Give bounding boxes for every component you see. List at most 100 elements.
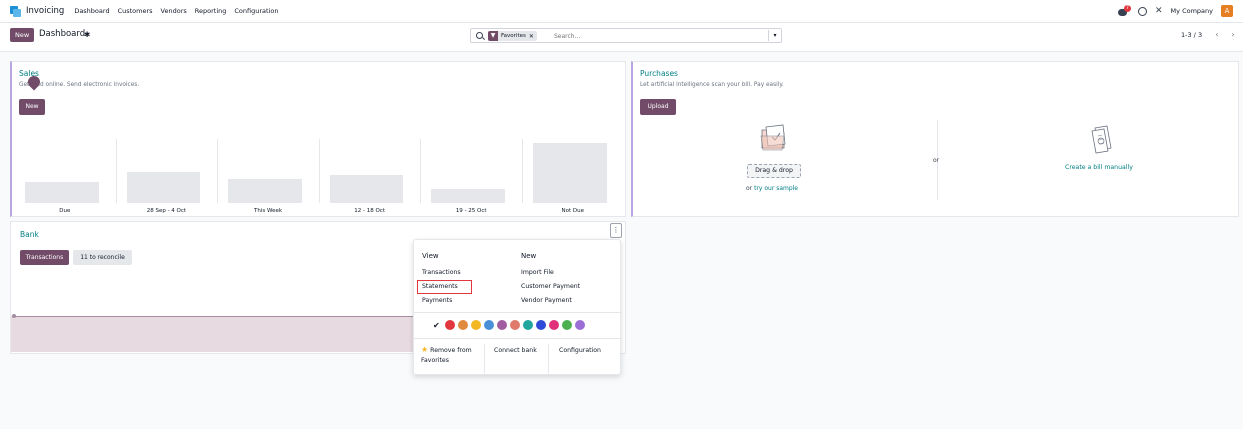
purchases-title[interactable]: Purchases — [640, 69, 678, 78]
pager-value[interactable]: 1-3 / 3 — [1181, 31, 1202, 39]
view-header: View — [422, 252, 439, 260]
statements-highlight-box — [417, 280, 472, 294]
sample-line: or try our sample — [746, 185, 798, 192]
pager-previous-button[interactable]: ‹ — [1211, 28, 1223, 42]
color-swatch[interactable] — [483, 320, 494, 330]
control-panel: New Dashboard ✱ ▼ Favorites ✕ ▾ 1-3 / 3 … — [0, 23, 1243, 52]
dropdown-divider — [414, 312, 622, 313]
facet-close-icon[interactable]: ✕ — [529, 33, 537, 40]
chart-bar[interactable] — [228, 179, 302, 203]
color-swatch[interactable] — [496, 320, 507, 330]
bank-title[interactable]: Bank — [20, 230, 39, 239]
drag-drop-zone[interactable]: Drag & drop — [747, 164, 801, 178]
bank-balance-point — [12, 314, 16, 318]
try-sample-link[interactable]: try our sample — [754, 185, 798, 192]
chart-category-label: 12 - 18 Oct — [354, 208, 385, 214]
purchases-card: Purchases Let artificial intelligence sc… — [631, 61, 1239, 217]
nav-item-configuration[interactable]: Configuration — [234, 7, 278, 15]
company-switcher[interactable]: My Company — [1171, 7, 1213, 15]
chart-gridline — [115, 139, 117, 203]
folder-upload-icon — [760, 124, 786, 151]
chat-badge: 7 — [1124, 4, 1131, 12]
remove-favorites-line2: Favorites — [421, 357, 449, 364]
avatar[interactable]: A — [1221, 5, 1233, 17]
search-options-toggle[interactable]: ▾ — [768, 30, 781, 41]
menu-item-transactions[interactable]: Transactions — [422, 269, 461, 276]
color-picker: ✔ — [433, 320, 585, 330]
chart-category-label: 28 Sep - 4 Oct — [146, 208, 187, 214]
chart-gridline — [217, 139, 219, 203]
create-bill-link[interactable]: Create a bill manually — [1065, 164, 1133, 171]
menu-item-customer-payment[interactable]: Customer Payment — [521, 283, 580, 290]
color-swatch[interactable] — [444, 320, 455, 330]
search-bar[interactable]: ▼ Favorites ✕ ▾ — [470, 28, 782, 43]
color-swatch[interactable] — [509, 320, 520, 330]
configuration-button[interactable]: Configuration — [559, 347, 601, 354]
chart-bar[interactable] — [25, 182, 99, 203]
color-swatch[interactable] — [548, 320, 559, 330]
bank-card-dropdown: View New Transactions Statements Payment… — [413, 239, 622, 375]
chart-category-label: Not Due — [561, 208, 585, 214]
check-icon[interactable]: ✔ — [433, 321, 440, 330]
chart-category-label: 19 - 25 Oct — [455, 208, 487, 214]
bill-document-icon — [1091, 125, 1112, 154]
chart-category-label: Due — [59, 208, 71, 214]
kebab-menu-icon[interactable]: ⋮ — [610, 223, 622, 238]
purchases-subtitle: Let artificial intelligence scan your bi… — [640, 82, 784, 88]
chart-bar[interactable] — [126, 172, 201, 203]
nav-item-vendors[interactable]: Vendors — [161, 7, 187, 15]
invoicing-logo-icon[interactable] — [10, 5, 21, 17]
color-swatch[interactable] — [574, 320, 585, 330]
nav-item-dashboard[interactable]: Dashboard — [74, 7, 109, 15]
bank-balance-line — [13, 316, 415, 317]
chart-bar[interactable] — [329, 175, 404, 203]
color-swatch[interactable] — [457, 320, 468, 330]
color-swatch[interactable] — [535, 320, 546, 330]
nav-item-reporting[interactable]: Reporting — [195, 7, 227, 15]
gear-icon[interactable]: ✱ — [84, 30, 90, 39]
remove-favorites-line1: Remove from — [430, 347, 472, 354]
app-name[interactable]: Invoicing — [26, 6, 64, 16]
dropdown-vertical-divider — [548, 344, 549, 374]
search-input[interactable] — [554, 31, 734, 41]
filter-icon: ▼ — [488, 31, 498, 41]
color-swatch[interactable] — [561, 320, 572, 330]
top-navbar: Invoicing Dashboard Customers Vendors Re… — [0, 0, 1243, 23]
new-button[interactable]: New — [10, 28, 35, 42]
clock-icon[interactable] — [1138, 6, 1147, 16]
chat-icon[interactable]: 7 — [1118, 4, 1131, 16]
menu-item-payments[interactable]: Payments — [422, 297, 452, 304]
star-icon: ★ — [421, 345, 429, 354]
chart-gridline — [420, 139, 422, 203]
page-title: Dashboard — [39, 29, 86, 39]
menu-item-import-file[interactable]: Import File — [521, 269, 554, 276]
upload-button[interactable]: Upload — [640, 99, 676, 115]
dropdown-vertical-divider — [484, 344, 485, 374]
new-header: New — [521, 252, 537, 260]
sales-card: Sales Get paid online. Send electronic i… — [10, 61, 626, 217]
transactions-button[interactable]: Transactions — [20, 250, 69, 265]
chart-gridline — [318, 139, 320, 203]
pager-next-button[interactable]: › — [1227, 28, 1239, 42]
facet-label: Favorites — [501, 33, 526, 39]
or-text: or — [746, 185, 753, 192]
color-swatch[interactable] — [522, 320, 533, 330]
nav-item-customers[interactable]: Customers — [118, 7, 153, 15]
color-swatch[interactable] — [470, 320, 481, 330]
search-facet: ▼ Favorites ✕ — [488, 31, 537, 41]
drag-drop-label: Drag & drop — [755, 167, 793, 174]
bank-balance-area — [11, 316, 415, 352]
chart-gridline — [522, 139, 523, 203]
dropdown-divider — [414, 338, 622, 339]
menu-item-vendor-payment[interactable]: Vendor Payment — [521, 297, 572, 304]
chart-category-label: This Week — [253, 208, 283, 214]
chart-bar[interactable] — [533, 143, 607, 203]
search-icon[interactable] — [476, 32, 483, 39]
chart-bar[interactable] — [431, 189, 505, 203]
reconcile-button[interactable]: 11 to reconcile — [73, 250, 132, 265]
middle-or-text: or — [933, 157, 940, 164]
connect-bank-button[interactable]: Connect bank — [494, 347, 537, 354]
tools-icon[interactable]: ✕ — [1155, 6, 1163, 16]
remove-favorites-button[interactable]: ★ Remove from Favorites — [421, 345, 472, 366]
sales-chart: Due 28 Sep - 4 Oct This Week 12 - 18 Oct 19 … — [12, 62, 628, 218]
